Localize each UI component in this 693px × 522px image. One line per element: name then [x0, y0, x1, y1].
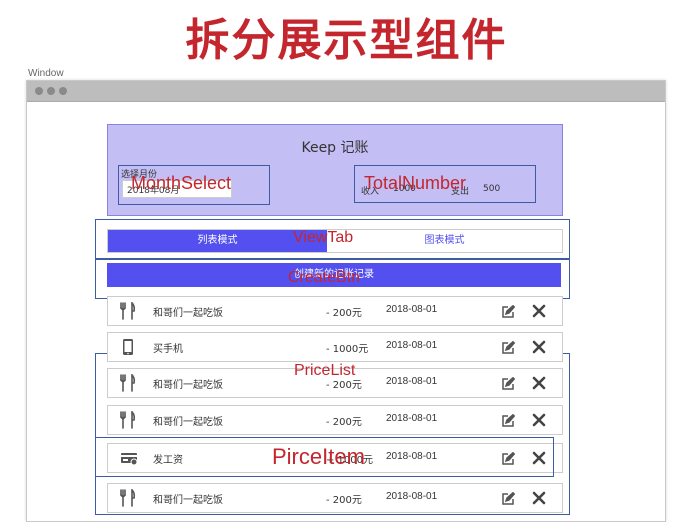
edit-icon[interactable]: [501, 376, 516, 390]
item-date: 2018-08-01: [386, 491, 438, 502]
phone-icon: [120, 338, 136, 356]
item-amount: - 200元: [326, 495, 362, 506]
delete-icon[interactable]: [531, 339, 547, 355]
food-icon: [120, 373, 136, 392]
item-amount: - 200元: [326, 417, 362, 428]
label-view-tab: ViewTab: [293, 229, 354, 246]
item-name: 和哥们一起吃饭: [153, 308, 223, 319]
item-name: 和哥们一起吃饭: [153, 495, 223, 506]
delete-icon[interactable]: [531, 490, 547, 506]
price-item-row[interactable]: 和哥们一起吃饭 - 200元 2018-08-01: [107, 405, 563, 435]
slide-title: 拆分展示型组件: [185, 15, 508, 66]
item-date: 2018-08-01: [386, 376, 438, 387]
window-label: Window: [28, 68, 64, 79]
item-name: 买手机: [153, 344, 183, 355]
price-item-row[interactable]: 和哥们一起吃饭 - 200元 2018-08-01: [107, 296, 563, 326]
item-amount: - 1000元: [326, 344, 369, 355]
window-minimize-dot[interactable]: [47, 87, 55, 95]
food-icon: [120, 488, 136, 507]
label-price-list: PriceList: [294, 362, 356, 379]
label-month-select: MonthSelect: [131, 173, 232, 193]
label-total-number: TotalNumber: [364, 173, 467, 193]
delete-icon[interactable]: [531, 303, 547, 319]
item-amount: - 200元: [326, 308, 362, 319]
tab-chart-mode[interactable]: 图表模式: [327, 230, 562, 252]
delete-icon[interactable]: [531, 412, 547, 428]
price-item-row[interactable]: 买手机 - 1000元 2018-08-01: [107, 332, 563, 362]
item-date: 2018-08-01: [386, 340, 438, 351]
edit-icon[interactable]: [501, 491, 516, 505]
food-icon: [120, 301, 136, 320]
delete-icon[interactable]: [531, 375, 547, 391]
item-date: 2018-08-01: [386, 413, 438, 424]
window-titlebar: [27, 81, 665, 102]
edit-icon[interactable]: [501, 340, 516, 354]
item-name: 和哥们一起吃饭: [153, 417, 223, 428]
edit-icon[interactable]: [501, 413, 516, 427]
app-header: Keep 记账 选择月份 2018年08月 收入 1000 支出 500: [107, 124, 563, 216]
window-close-dot[interactable]: [35, 87, 43, 95]
label-price-item: PirceItem: [272, 444, 365, 469]
label-create-btn: CreateBtn: [288, 269, 361, 286]
window-zoom-dot[interactable]: [59, 87, 67, 95]
edit-icon[interactable]: [501, 304, 516, 318]
item-date: 2018-08-01: [386, 304, 438, 315]
expense-value: 500: [483, 184, 501, 194]
app-title: Keep 记账: [301, 140, 369, 156]
price-item-row[interactable]: 和哥们一起吃饭 - 200元 2018-08-01: [107, 483, 563, 513]
item-name: 和哥们一起吃饭: [153, 380, 223, 391]
food-icon: [120, 410, 136, 429]
